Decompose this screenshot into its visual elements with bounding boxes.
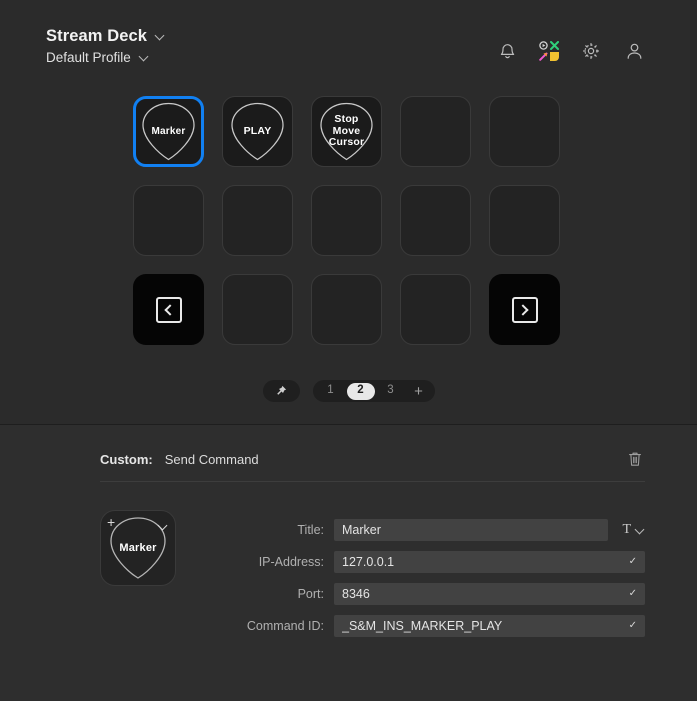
app-title: Stream Deck [46,27,148,45]
pick-outline-icon [223,97,292,166]
key-preview-add-button[interactable]: + [107,515,115,529]
marketplace-cell-square [550,52,559,61]
chevron-right-icon [490,275,559,344]
key-inspector: Marker + Title:TIP-Address:✓Port:✓Comman… [0,482,697,637]
field-input-port[interactable] [334,583,645,605]
page-list: 1 2 3 + [312,380,435,402]
key-empty-r2c3[interactable] [311,185,382,256]
key-empty-r3c3[interactable] [311,274,382,345]
key-empty-r2c5[interactable] [489,185,560,256]
key-empty-r1c4[interactable] [400,96,471,167]
deck-top-section: Stream Deck Default Profile Marker PLAY … [0,0,697,425]
action-name-label: Send Command [164,451,259,467]
chevron-down-icon [158,521,168,531]
key-grid: Marker PLAY Stop Move Cursor [133,96,560,345]
key-preview[interactable]: Marker + [100,510,176,586]
field-input-ip[interactable] [334,551,645,573]
settings-form: Title: T IP-Address: ✓ Port: ✓ Command ID: ✓ [198,510,645,637]
chevron-left-icon [134,275,203,344]
add-page-button[interactable]: + [407,383,431,400]
field-label-title: Title: [297,523,324,537]
stream-deck-window: Stream Deck Default Profile Marker PLAY … [0,0,697,701]
page-button-1[interactable]: 1 [317,383,345,400]
action-bar: Custom: Send Command [0,425,697,471]
app-header: Stream Deck Default Profile [0,0,697,86]
field-row-ip: IP-Address: ✓ [198,551,645,573]
chevron-down-icon [635,525,645,535]
field-label-command_id: Command ID: [246,619,324,633]
field-wrapper-port: ✓ [334,583,645,605]
field-row-command_id: Command ID: ✓ [198,615,645,637]
page-navigation: 1 2 3 + [0,380,697,402]
key-r1c2[interactable]: PLAY [222,96,293,167]
gear-icon[interactable] [580,40,602,62]
page-button-2[interactable]: 2 [346,382,375,400]
field-wrapper-title [334,519,609,541]
field-row-title: Title: T [198,519,645,541]
header-icon-group [496,40,645,62]
page-button-3[interactable]: 3 [377,383,405,400]
trash-icon[interactable] [625,448,645,470]
profile-name: Default Profile [46,49,131,65]
key-empty-r2c2[interactable] [222,185,293,256]
field-row-port: Port: ✓ [198,583,645,605]
field-label-ip: IP-Address: [258,555,324,569]
inspector-section: Custom: Send Command Marker + Title: Mar… [0,425,697,701]
title-font-options-button[interactable]: T [622,523,645,537]
key-r1c3[interactable]: Stop Move Cursor [311,96,382,167]
bell-icon[interactable] [496,40,518,62]
pick-outline-icon [312,97,381,166]
key-preview-menu-button[interactable] [158,518,168,536]
key-empty-r2c4[interactable] [400,185,471,256]
chevron-down-icon [155,31,165,41]
user-icon[interactable] [623,40,645,62]
brand-block: Stream Deck Default Profile [46,28,165,64]
marketplace-cell-arrow [539,52,548,61]
marketplace-cell-x [550,41,559,50]
field-wrapper-command_id: ✓ [334,615,645,637]
chevron-down-icon [139,52,149,62]
key-r1c1[interactable]: Marker [133,96,204,167]
profile-selector[interactable]: Default Profile [46,49,165,65]
pin-page-button[interactable] [262,380,300,402]
key-empty-r2c1[interactable] [133,185,204,256]
marketplace-cell-play [539,41,548,50]
key-nav-next[interactable] [489,274,560,345]
field-label-port: Port: [297,587,324,601]
device-selector[interactable]: Stream Deck [46,28,165,45]
pin-icon [277,385,287,395]
action-kind-label: Custom: [100,451,153,467]
key-empty-r3c2[interactable] [222,274,293,345]
field-wrapper-ip: ✓ [334,551,645,573]
key-empty-r1c5[interactable] [489,96,560,167]
typography-icon: T [622,522,631,537]
pick-outline-icon [136,99,201,164]
key-empty-r3c4[interactable] [400,274,471,345]
field-input-title[interactable] [334,519,609,541]
key-nav-previous[interactable] [133,274,204,345]
field-input-command_id[interactable] [334,615,645,637]
marketplace-icon[interactable] [539,41,559,61]
